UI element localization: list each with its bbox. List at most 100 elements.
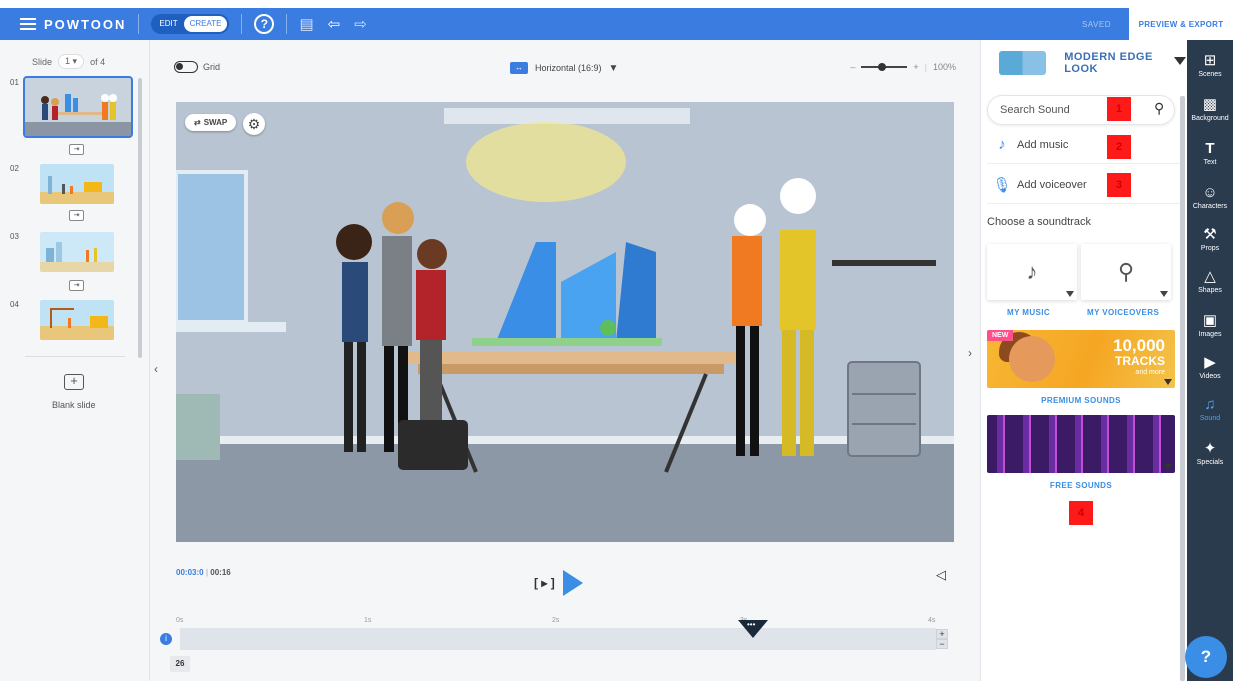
banner-more: and more: [1135, 369, 1165, 376]
current-time: 00:03:0: [176, 568, 204, 577]
scenes-icon: ⊞: [1203, 52, 1217, 69]
chevron-down-icon[interactable]: [1066, 291, 1074, 297]
tool-sound[interactable]: ♫ Sound: [1187, 396, 1233, 422]
slide-number: 03: [10, 232, 19, 241]
annotation-badge: 1: [1107, 97, 1131, 121]
slide-thumbnail-4[interactable]: [40, 300, 114, 340]
redo-icon[interactable]: ⇨: [354, 15, 367, 33]
zoom-slider-handle[interactable]: [878, 63, 887, 71]
premium-sounds-label[interactable]: PREMIUM SOUNDS: [987, 396, 1175, 405]
my-voiceovers-tile[interactable]: ⚲: [1081, 244, 1171, 300]
time-display: 00:03:0 | 00:16: [176, 568, 231, 577]
edit-mode-button[interactable]: EDIT: [153, 16, 183, 32]
grid-switch[interactable]: [174, 61, 198, 73]
volume-icon[interactable]: ◁: [936, 567, 946, 583]
tool-specials[interactable]: ✦ Specials: [1187, 440, 1233, 466]
chevron-down-icon[interactable]: ▼: [609, 63, 619, 74]
tool-text[interactable]: T Text: [1187, 140, 1233, 166]
sound-panel-scrollbar[interactable]: [1180, 96, 1185, 681]
timeline-zoom-in-button[interactable]: +: [936, 629, 948, 639]
grid-toggle[interactable]: Grid: [174, 61, 220, 73]
specials-icon: ✦: [1203, 440, 1217, 457]
swap-icon: ⇄: [194, 118, 201, 127]
music-note-icon: ♪: [998, 136, 1006, 153]
slide-thumbnail-1[interactable]: [23, 76, 133, 138]
free-sounds-banner[interactable]: [987, 415, 1175, 473]
premium-sounds-banner[interactable]: NEW 10,000 TRACKS and more: [987, 330, 1175, 388]
play-icon[interactable]: [562, 570, 583, 596]
add-voiceover-label: Add voiceover: [1017, 178, 1087, 191]
playback-controls: [ ▸ ]: [534, 570, 583, 596]
my-music-tile[interactable]: ♪: [987, 244, 1077, 300]
orientation-label: Horizontal (16:9): [535, 63, 602, 73]
transition-icon[interactable]: ⇥: [69, 144, 84, 155]
look-title: MODERN EDGE LOOK: [1064, 51, 1153, 75]
undo-icon[interactable]: ⇦: [328, 15, 341, 33]
tool-videos[interactable]: ▶ Videos: [1187, 354, 1233, 380]
images-icon: ▣: [1202, 312, 1218, 329]
timeline-track[interactable]: •••: [180, 620, 936, 650]
zoom-control: – + | 100%: [850, 62, 956, 72]
zoom-slider[interactable]: [861, 63, 908, 71]
tool-shapes[interactable]: △ Shapes: [1187, 268, 1233, 294]
notes-icon[interactable]: ▤: [299, 15, 313, 33]
canvas-area: Grid ↔ Horizontal (16:9) ▼ – + | 100% ⇄ …: [150, 40, 980, 681]
help-chat-button[interactable]: ?: [1185, 636, 1227, 678]
zoom-out-button[interactable]: –: [850, 62, 855, 72]
hamburger-menu-icon[interactable]: [20, 18, 36, 30]
play-scene-button[interactable]: [ ▸ ]: [534, 576, 555, 590]
total-time: 00:16: [210, 568, 231, 577]
style-look-selector[interactable]: MODERN EDGE LOOK: [981, 40, 1188, 86]
annotation-badge: 3: [1107, 173, 1131, 197]
banner-count: 10,000: [1113, 336, 1165, 355]
transition-icon[interactable]: ⇥: [69, 280, 84, 291]
slides-scrollbar[interactable]: [138, 78, 142, 358]
help-icon[interactable]: ?: [254, 14, 275, 34]
chevron-down-icon[interactable]: [1174, 57, 1186, 65]
microphone-icon: 🎙︎: [992, 176, 1012, 194]
grid-label: Grid: [203, 62, 221, 72]
chevron-down-icon[interactable]: [1164, 379, 1172, 385]
tool-characters[interactable]: ☺ Characters: [1187, 184, 1233, 210]
chevron-right-icon[interactable]: ›: [968, 346, 972, 360]
scene-stage[interactable]: ⇄ SWAP ⚙: [176, 102, 954, 542]
chevron-down-icon[interactable]: [1164, 464, 1172, 470]
blank-slide-label[interactable]: Blank slide: [52, 400, 96, 410]
my-music-label[interactable]: MY MUSIC: [1007, 308, 1050, 317]
swap-button[interactable]: ⇄ SWAP: [185, 114, 237, 131]
tool-background[interactable]: ▩ Background: [1187, 96, 1233, 122]
chevron-left-icon[interactable]: ‹: [154, 362, 158, 376]
chevron-down-icon[interactable]: [1160, 291, 1168, 297]
search-sound-input[interactable]: Search Sound: [987, 95, 1175, 125]
slide-thumbnail-3[interactable]: [40, 232, 114, 272]
my-voiceovers-label[interactable]: MY VOICEOVERS: [1087, 308, 1159, 317]
tool-scenes[interactable]: ⊞ Scenes: [1187, 52, 1233, 78]
timeline-playhead[interactable]: •••: [738, 620, 768, 640]
preview-export-button[interactable]: PREVIEW & EXPORT: [1129, 8, 1233, 40]
tool-images[interactable]: ▣ Images: [1187, 312, 1233, 338]
zoom-in-button[interactable]: +: [913, 62, 918, 72]
orientation-selector[interactable]: ↔ Horizontal (16:9) ▼: [510, 62, 618, 74]
transition-icon[interactable]: ⇥: [69, 210, 84, 221]
slide-number-dropdown[interactable]: 1 ▾: [58, 54, 85, 69]
banner-image: [1009, 336, 1055, 382]
add-voiceover-button[interactable]: 🎙︎ Add voiceover: [987, 166, 1181, 204]
create-mode-button[interactable]: CREATE: [183, 16, 228, 32]
add-blank-slide-icon[interactable]: +: [64, 374, 84, 390]
slide-thumbnail-2[interactable]: [40, 164, 114, 204]
search-icon[interactable]: ⚲: [1154, 100, 1164, 117]
tool-props[interactable]: ⚒ Props: [1187, 226, 1233, 252]
horizontal-arrows-icon: ↔: [510, 62, 528, 74]
info-icon[interactable]: i: [160, 633, 172, 645]
scene-settings-gear-icon[interactable]: ⚙: [243, 113, 265, 135]
timeline-zoom-out-button[interactable]: −: [936, 639, 948, 649]
divider: [241, 14, 243, 34]
music-note-icon: ♪: [1026, 259, 1038, 284]
mode-toggle[interactable]: EDIT CREATE: [151, 14, 230, 34]
free-sounds-label[interactable]: FREE SOUNDS: [987, 481, 1175, 490]
frame-count: 26: [170, 656, 190, 672]
banner-tracks: TRACKS: [1115, 354, 1165, 368]
playhead-menu-icon[interactable]: •••: [747, 620, 755, 629]
new-badge: NEW: [987, 330, 1014, 341]
add-music-button[interactable]: ♪ Add music: [987, 126, 1181, 164]
